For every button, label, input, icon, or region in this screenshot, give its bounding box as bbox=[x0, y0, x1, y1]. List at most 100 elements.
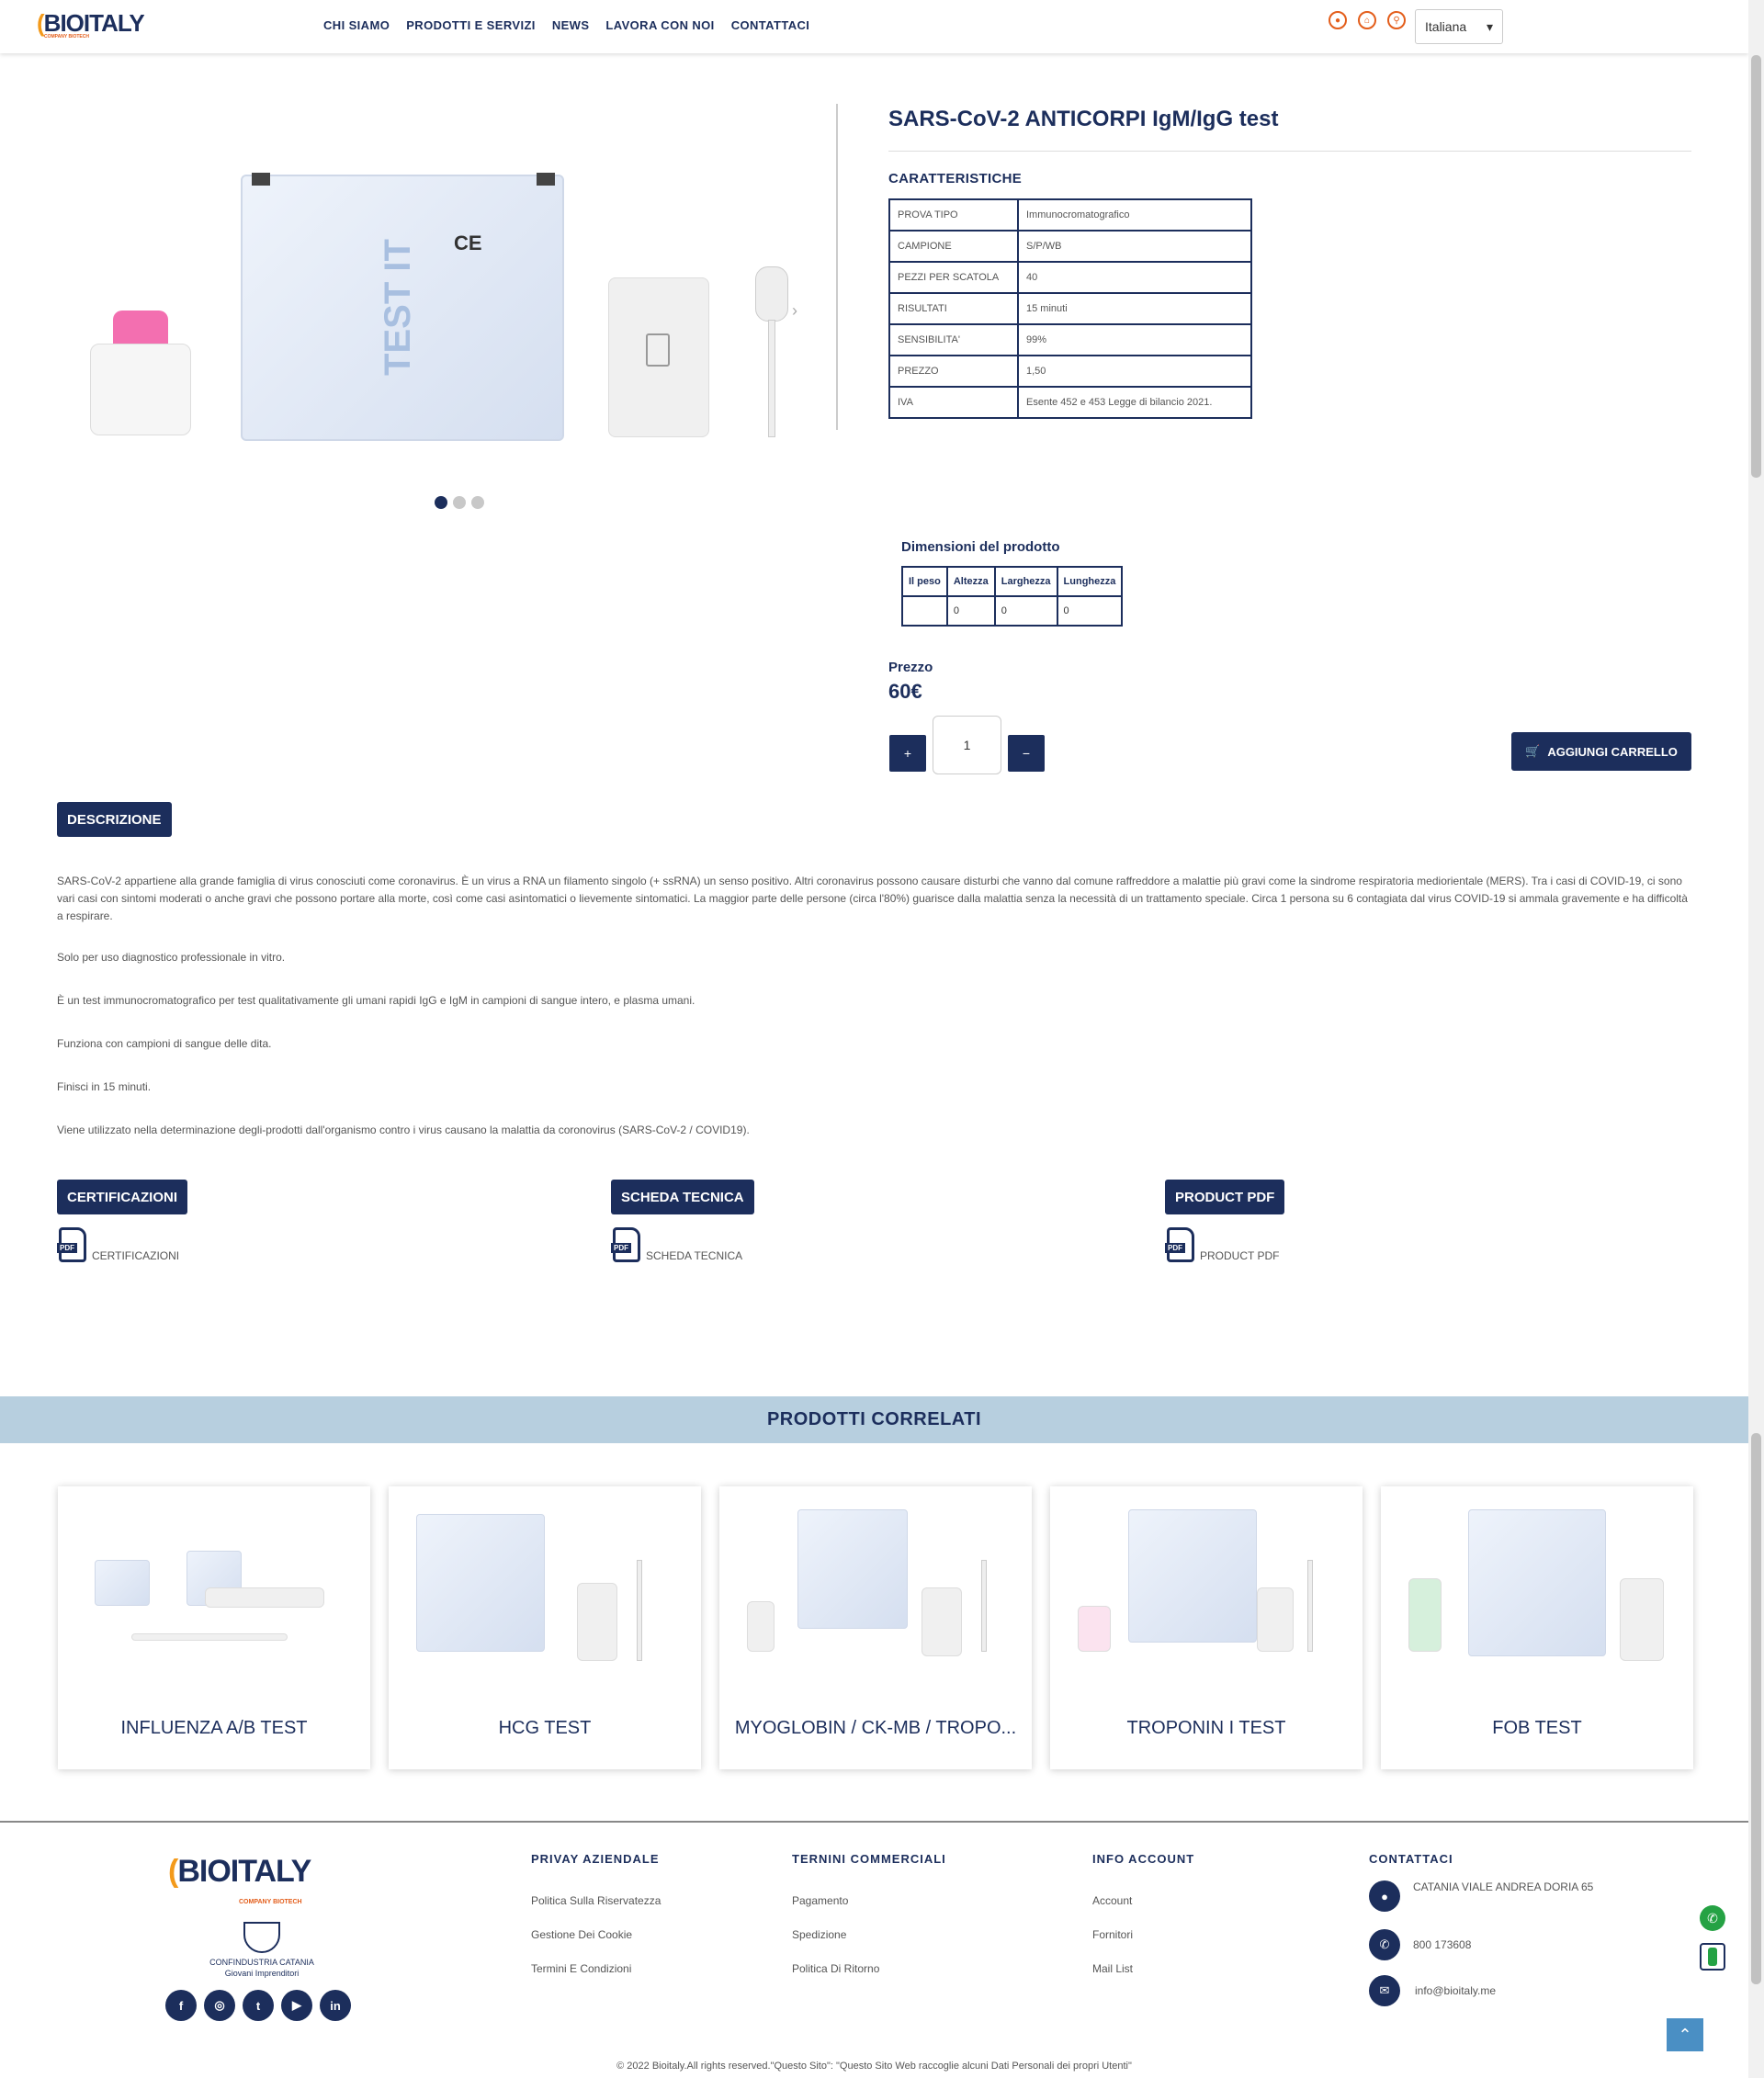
pdf-icon: PDF bbox=[611, 1227, 640, 1262]
nav-contattaci[interactable]: CONTATTACI bbox=[731, 18, 810, 32]
related-products-title: PRODOTTI CORRELATI bbox=[0, 1396, 1748, 1443]
footer-heading-account: INFO ACCOUNT bbox=[1092, 1852, 1195, 1866]
nav-news[interactable]: NEWS bbox=[552, 18, 590, 32]
email-icon: ✉ bbox=[1369, 1975, 1400, 2006]
add-to-cart-button[interactable]: 🛒 AGGIUNGI CARRELLO bbox=[1511, 732, 1691, 771]
footer-logo-subtitle: COMPANY BIOTECH bbox=[239, 1899, 302, 1905]
description-paragraph: Viene utilizzato nella determinazione de… bbox=[57, 1124, 750, 1136]
logo-subtitle: COMPANY BIOTECH bbox=[44, 34, 89, 40]
product-image bbox=[747, 1505, 1004, 1661]
contact-email[interactable]: info@bioitaly.me bbox=[1415, 1984, 1496, 1997]
description-paragraph: Finisci in 15 minuti. bbox=[57, 1080, 152, 1093]
footer-link[interactable]: Mail List bbox=[1092, 1962, 1133, 1975]
accessibility-icon[interactable] bbox=[1700, 1943, 1725, 1971]
spec-row: IVA Esente 452 e 453 Legge di bilancio 20… bbox=[888, 386, 1252, 419]
cart-icon: 🛒 bbox=[1525, 744, 1541, 758]
product-image bbox=[85, 1505, 343, 1661]
contact-address: CATANIA VIALE ANDREA DORIA 65 bbox=[1413, 1880, 1594, 1893]
dim-value: 0 bbox=[945, 595, 996, 627]
nav-prodotti-servizi[interactable]: PRODOTTI E SERVIZI bbox=[406, 18, 536, 32]
product-name[interactable]: TROPONIN I TEST bbox=[1050, 1718, 1363, 1739]
footer-link[interactable]: Termini E Condizioni bbox=[531, 1962, 631, 1975]
linkedin-icon[interactable]: in bbox=[320, 1990, 351, 2021]
location-icon: ● bbox=[1369, 1880, 1400, 1912]
footer-logo[interactable]: (BIOITALY bbox=[168, 1854, 311, 1890]
copyright: © 2022 Bioitaly.All rights reserved."Que… bbox=[616, 2061, 1132, 2072]
footer-link[interactable]: Gestione Dei Cookie bbox=[531, 1928, 632, 1941]
slider-dot-1[interactable] bbox=[435, 496, 447, 509]
dim-header: Altezza bbox=[945, 566, 996, 597]
page-scrollbar[interactable] bbox=[1748, 0, 1764, 2078]
search-icon[interactable]: ⚲ bbox=[1387, 11, 1406, 29]
scroll-to-top-button[interactable]: ⌃ bbox=[1667, 2018, 1703, 2051]
dim-header: Larghezza bbox=[993, 566, 1058, 597]
quantity-input[interactable]: 1 bbox=[933, 716, 1001, 774]
pdf-icon: PDF bbox=[1165, 1227, 1194, 1262]
footer-link[interactable]: Fornitori bbox=[1092, 1928, 1133, 1941]
dim-value: 0 bbox=[1056, 595, 1124, 627]
confindustria-logo: CONFINDUSTRIA CATANIA Giovani Imprendito… bbox=[204, 1922, 320, 1979]
title-divider bbox=[888, 151, 1691, 152]
tab-product-pdf[interactable]: PRODUCT PDF bbox=[1165, 1180, 1285, 1214]
spec-table: PROVA TIPO Immunocromatografico CAMPIONE S… bbox=[888, 198, 1252, 419]
spec-row: SENSIBILITA' 99% bbox=[888, 323, 1252, 356]
main-nav: CHI SIAMO PRODOTTI E SERVIZI NEWS LAVORA… bbox=[323, 18, 809, 32]
product-title: SARS-CoV-2 ANTICORPI IgM/IgG test bbox=[888, 107, 1279, 131]
footer-link[interactable]: Spedizione bbox=[792, 1928, 846, 1941]
footer-link[interactable]: Pagamento bbox=[792, 1894, 848, 1907]
spec-row: CAMPIONE S/P/WB bbox=[888, 230, 1252, 263]
certificazioni-pdf-link[interactable]: PDF CERTIFICAZIONI bbox=[57, 1227, 179, 1262]
contact-phone[interactable]: 800 173608 bbox=[1413, 1938, 1471, 1951]
tab-descrizione[interactable]: DESCRIZIONE bbox=[57, 802, 172, 837]
related-product-card[interactable]: INFLUENZA A/B TEST bbox=[58, 1486, 370, 1769]
spec-row: RISULTATI 15 minuti bbox=[888, 292, 1252, 325]
site-header: (BIOITALY COMPANY BIOTECH CHI SIAMO PROD… bbox=[0, 0, 1748, 53]
gallery-divider bbox=[836, 104, 838, 430]
related-product-card[interactable]: HCG TEST bbox=[389, 1486, 701, 1769]
description-paragraph: SARS-CoV-2 appartiene alla grande famigl… bbox=[57, 875, 1688, 922]
product-image bbox=[1408, 1505, 1666, 1661]
test-cassette-image bbox=[608, 277, 709, 437]
nav-lavora-con-noi[interactable]: LAVORA CON NOI bbox=[605, 18, 714, 32]
product-name[interactable]: FOB TEST bbox=[1381, 1718, 1693, 1739]
tab-scheda-tecnica[interactable]: SCHEDA TECNICA bbox=[611, 1180, 754, 1214]
features-title: CARATTERISTICHE bbox=[888, 171, 1023, 186]
youtube-icon[interactable]: ▶ bbox=[281, 1990, 312, 2021]
footer-link[interactable]: Politica Di Ritorno bbox=[792, 1962, 879, 1975]
product-pdf-link[interactable]: PDF PRODUCT PDF bbox=[1165, 1227, 1279, 1262]
footer-heading-contact: CONTATTACI bbox=[1369, 1852, 1453, 1866]
facebook-icon[interactable]: f bbox=[165, 1990, 197, 2021]
related-product-card[interactable]: TROPONIN I TEST bbox=[1050, 1486, 1363, 1769]
scheda-tecnica-pdf-link[interactable]: PDF SCHEDA TECNICA bbox=[611, 1227, 742, 1262]
related-product-card[interactable]: FOB TEST bbox=[1381, 1486, 1693, 1769]
footer-divider bbox=[0, 1821, 1748, 1823]
tab-certificazioni[interactable]: CERTIFICAZIONI bbox=[57, 1180, 187, 1214]
product-name[interactable]: MYOGLOBIN / CK-MB / TROPO... bbox=[719, 1718, 1032, 1739]
whatsapp-icon[interactable]: ✆ bbox=[1700, 1905, 1725, 1931]
user-icon[interactable]: ● bbox=[1329, 11, 1347, 29]
instagram-icon[interactable]: ◎ bbox=[204, 1990, 235, 2021]
twitter-icon[interactable]: t bbox=[243, 1990, 274, 2021]
dim-value bbox=[901, 595, 948, 627]
product-image bbox=[416, 1505, 673, 1661]
product-image bbox=[1078, 1505, 1335, 1661]
cart-icon[interactable]: ⌂ bbox=[1358, 11, 1376, 29]
footer-link[interactable]: Account bbox=[1092, 1894, 1132, 1907]
related-product-card[interactable]: MYOGLOBIN / CK-MB / TROPO... bbox=[719, 1486, 1032, 1769]
dimensions-table: Il peso Altezza Larghezza Lunghezza 0 0 … bbox=[901, 566, 1124, 627]
language-select[interactable]: Italiana ▾ bbox=[1415, 9, 1503, 44]
footer-link[interactable]: Politica Sulla Riservatezza bbox=[531, 1894, 661, 1907]
product-name[interactable]: HCG TEST bbox=[389, 1718, 701, 1739]
price-label: Prezzo bbox=[888, 660, 933, 675]
slider-dot-2[interactable] bbox=[453, 496, 466, 509]
quantity-minus-button[interactable]: − bbox=[1008, 735, 1045, 772]
spec-row: PROVA TIPO Immunocromatografico bbox=[888, 198, 1252, 232]
product-name[interactable]: INFLUENZA A/B TEST bbox=[58, 1718, 370, 1739]
quantity-plus-button[interactable]: + bbox=[889, 735, 926, 772]
nav-chi-siamo[interactable]: CHI SIAMO bbox=[323, 18, 390, 32]
price-value: 60€ bbox=[888, 680, 922, 703]
slider-dot-3[interactable] bbox=[471, 496, 484, 509]
footer-heading-privacy: PRIVAY AZIENDALE bbox=[531, 1852, 660, 1866]
slider-next-icon[interactable]: › bbox=[792, 301, 797, 321]
confindustria-icon bbox=[243, 1922, 280, 1953]
